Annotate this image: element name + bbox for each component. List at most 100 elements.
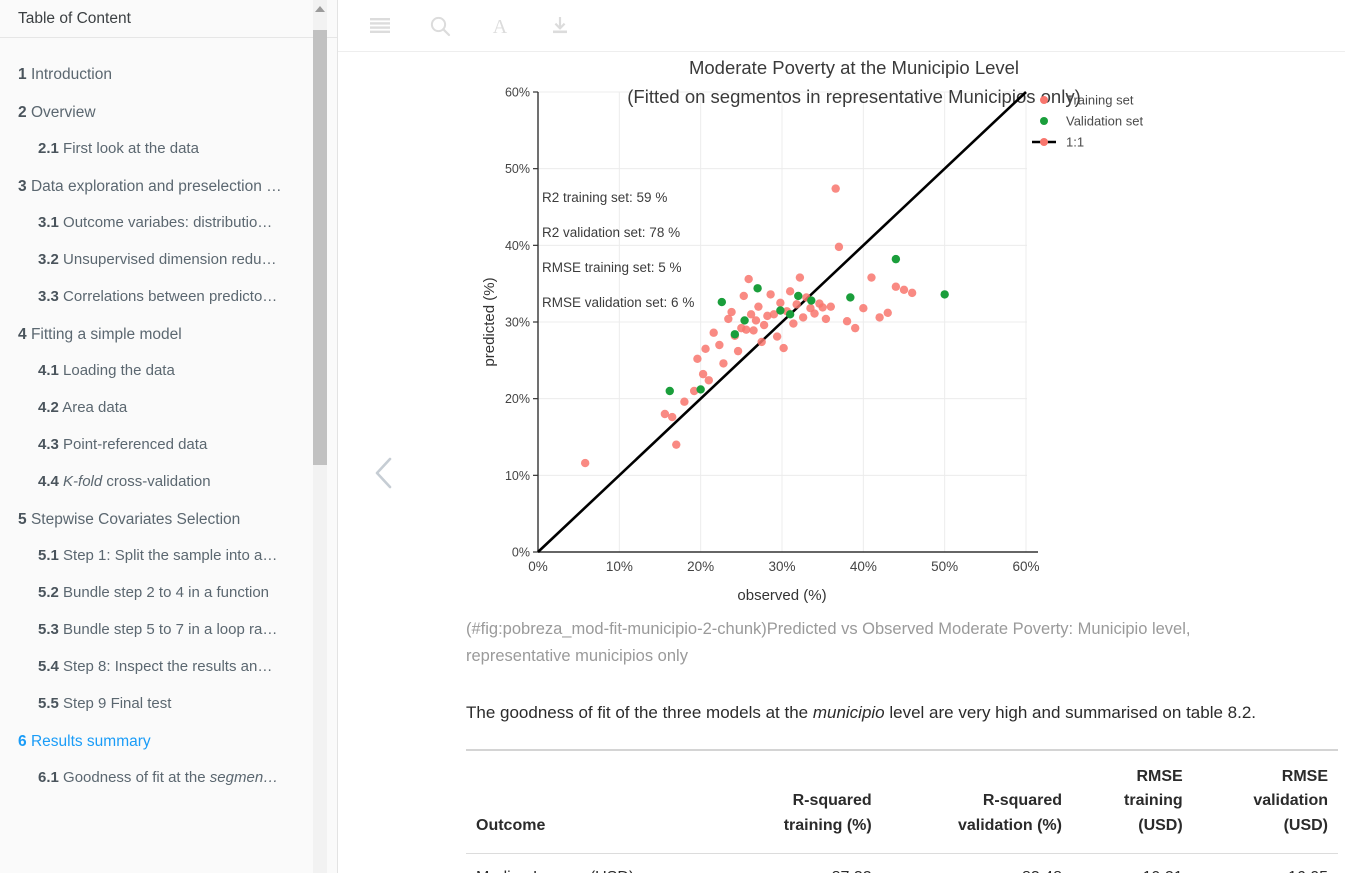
toc-item-label: First look at the data — [63, 140, 199, 158]
toc-item-number: 4.3 — [38, 436, 59, 454]
toc-item-number: 5.3 — [38, 621, 59, 639]
toc-item-number: 3.2 — [38, 251, 59, 269]
goodness-of-fit-table: Outcome R-squared training (%) R-squared val… — [466, 748, 1338, 873]
paragraph-part-1: The goodness of fit of the three models … — [466, 703, 813, 723]
toc-item-label: Bundle step 5 to 7 in a loop ra… — [63, 621, 278, 639]
table-col-header-1: R-squared training (%) — [716, 748, 882, 855]
data-point — [580, 458, 590, 468]
sidebar-item-5-3[interactable]: 5.3 Bundle step 5 to 7 in a loop ra… — [0, 612, 337, 649]
figure-caption-ref: (#fig:pobreza_mod-fit-municipio-2-chunk) — [466, 620, 767, 638]
sidebar-item-1[interactable]: 1 Introduction — [0, 56, 337, 93]
data-point — [660, 409, 670, 419]
sidebar-item-5-2[interactable]: 5.2 Bundle step 2 to 4 in a function — [0, 575, 337, 612]
x-tick-label: 40% — [850, 559, 877, 574]
data-point — [794, 291, 803, 301]
data-point — [792, 300, 801, 309]
toc-item-label: cross-validation — [102, 473, 211, 490]
data-point — [842, 317, 852, 326]
data-point — [727, 307, 736, 317]
x-tick-label: 20% — [687, 559, 714, 574]
data-point — [779, 343, 788, 353]
toc-item-label: Bundle step 2 to 4 in a function — [63, 584, 270, 602]
x-tick-label: 10% — [606, 559, 633, 574]
sidebar-item-6-1[interactable]: 6.1 Goodness of fit at the segmen… — [0, 760, 337, 797]
annotation-2: RMSE training set: 5 % — [542, 260, 682, 275]
data-point — [810, 309, 819, 318]
sidebar-item-4-4[interactable]: 4.4 K-fold cross-validation — [0, 464, 337, 501]
app-root: Table of Content 1 Introduction 2 Overvie… — [0, 0, 1345, 873]
toc-item-number: 4 — [18, 325, 27, 343]
toc-item-label: Step 8: Inspect the results an… — [63, 657, 273, 675]
search-icon[interactable] — [424, 10, 456, 42]
data-point — [668, 412, 677, 422]
toc-item-number: 6 — [18, 732, 27, 750]
table-col-header-line: training (%) — [783, 817, 872, 835]
scatter-plot-svg: 0% 10% 20% 30% 40% 50% 60% 0% 10% 20% 30% 40% 50% 60%… — [481, 57, 1143, 604]
data-point — [831, 184, 840, 193]
sidebar-item-3-1[interactable]: 3.1 Outcome variabes: distributio… — [0, 205, 337, 242]
download-icon[interactable] — [544, 10, 576, 42]
legend-dot-swatch — [1040, 96, 1048, 104]
data-point — [744, 274, 753, 284]
series-validation-set — [665, 254, 949, 396]
sidebar-item-5-5[interactable]: 5.5 Step 9 Final test — [0, 686, 337, 723]
toc-item-label: Goodness of fit at the — [63, 769, 210, 787]
toolbar: A — [338, 0, 1345, 52]
toc-item-italic: segmen… — [209, 769, 279, 787]
toc-item-number: 6.1 — [38, 769, 59, 787]
sidebar-item-2[interactable]: 2 Overview — [0, 93, 337, 130]
x-axis-label: observed (%) — [737, 587, 826, 604]
x-tick-label: 0% — [528, 559, 548, 574]
toc-item-number: 5.2 — [38, 584, 59, 602]
toc-item-label: Stepwise Covariates Selection — [30, 510, 241, 528]
sidebar-item-4-3[interactable]: 4.3 Point-referenced data — [0, 427, 337, 464]
data-point — [698, 369, 708, 379]
data-point — [859, 304, 868, 313]
sidebar-item-5-4[interactable]: 5.4 Step 8: Inspect the results an… — [0, 649, 337, 686]
data-point — [709, 328, 718, 337]
toc-item-number: 5.4 — [38, 657, 59, 675]
data-point — [717, 297, 727, 307]
legend-label-2: 1:1 — [1066, 135, 1084, 150]
chevron-left-icon[interactable] — [364, 452, 406, 494]
sidebar-item-4-2[interactable]: 4.2 Area data — [0, 390, 337, 427]
menu-icon[interactable] — [364, 10, 396, 42]
sidebar-scrollbar-thumb[interactable] — [313, 30, 327, 465]
table-col-header-0: Outcome — [466, 748, 716, 855]
data-point — [772, 332, 782, 341]
sidebar-item-3-2[interactable]: 3.2 Unsupervised dimension redu… — [0, 242, 337, 279]
sidebar-item-4[interactable]: 4 Fitting a simple model — [0, 316, 337, 353]
table-col-header-3: RMSE training (USD) — [1071, 748, 1193, 855]
sidebar-item-6[interactable]: 6 Results summary — [0, 722, 337, 759]
table-col-header-line: (USD) — [1138, 817, 1183, 835]
data-point — [789, 319, 798, 328]
sidebar-item-4-1[interactable]: 4.1 Loading the data — [0, 353, 337, 390]
toc-item-label: Results summary — [30, 732, 151, 750]
sidebar-item-3[interactable]: 3 Data exploration and preselection … — [0, 168, 337, 205]
table-cell-value: 83.48 — [881, 853, 1072, 873]
data-point — [733, 346, 743, 356]
data-point — [672, 440, 681, 449]
font-a-icon[interactable]: A — [484, 10, 516, 42]
data-point — [751, 316, 761, 325]
svg-text:A: A — [493, 16, 508, 37]
y-tick-label: 0% — [512, 546, 530, 560]
data-point — [875, 313, 884, 322]
data-point — [846, 293, 855, 302]
y-axis-label: predicted (%) — [481, 277, 498, 366]
sidebar-item-5[interactable]: 5 Stepwise Covariates Selection — [0, 501, 337, 538]
x-tick-label: 50% — [931, 559, 958, 574]
toc-item-label: Step 9 Final test — [63, 694, 172, 712]
toc-title: Table of Content — [0, 0, 337, 38]
table-col-header-line: training — [1124, 792, 1183, 810]
sidebar-item-3-3[interactable]: 3.3 Correlations between predicto… — [0, 279, 337, 316]
chart-title: Moderate Poverty at the Municipio Level — [689, 57, 1019, 78]
data-point — [891, 282, 901, 291]
sidebar-item-2-1[interactable]: 2.1 First look at the data — [0, 131, 337, 168]
scatter-plot-figure: 0% 10% 20% 30% 40% 50% 60% 0% 10% 20% 30% 40% 50% 60%… — [466, 52, 1345, 612]
table-cell-value: 16.05 — [1192, 853, 1338, 873]
main-content-area: A 0% 10% 20% 30% 40% 50% 60% 0% 10% 20% 30% 40% 50% 6… — [338, 0, 1345, 873]
scroll-up-arrow-icon[interactable] — [313, 2, 327, 16]
figure-caption: (#fig:pobreza_mod-fit-municipio-2-chunk)… — [466, 616, 1296, 669]
sidebar-item-5-1[interactable]: 5.1 Step 1: Split the sample into a… — [0, 538, 337, 575]
